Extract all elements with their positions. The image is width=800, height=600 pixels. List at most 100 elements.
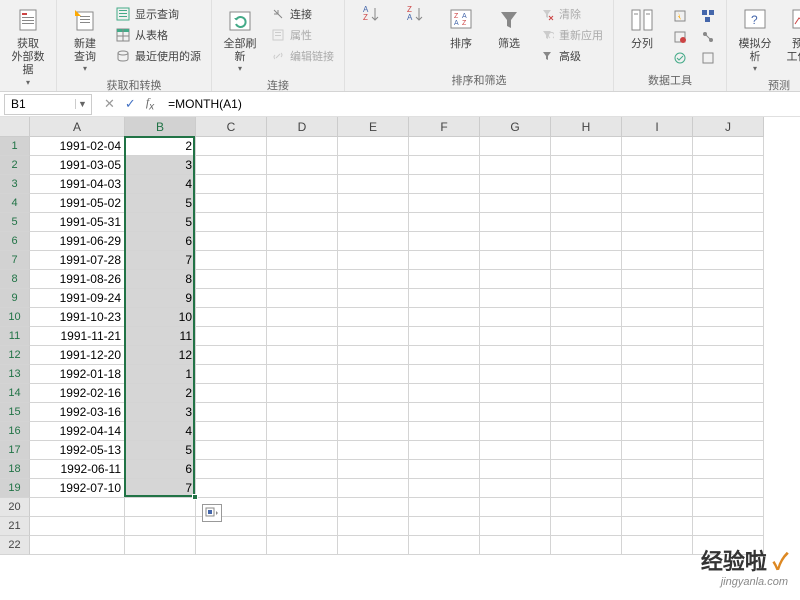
row-header[interactable]: 15 xyxy=(0,403,30,422)
cell[interactable]: 5 xyxy=(125,194,196,213)
cell[interactable] xyxy=(196,270,267,289)
cell[interactable] xyxy=(693,251,764,270)
row-header[interactable]: 1 xyxy=(0,137,30,156)
cell[interactable]: 1991-04-03 xyxy=(30,175,125,194)
fx-icon[interactable]: fx xyxy=(146,95,154,112)
cell[interactable] xyxy=(267,441,338,460)
cell[interactable] xyxy=(693,289,764,308)
formula-input[interactable] xyxy=(162,97,800,111)
recent-sources-button[interactable]: 最近使用的源 xyxy=(111,46,205,66)
cell[interactable] xyxy=(338,536,409,555)
cell[interactable] xyxy=(338,365,409,384)
cell[interactable]: 1991-06-29 xyxy=(30,232,125,251)
cell[interactable]: 2 xyxy=(125,137,196,156)
cell[interactable] xyxy=(196,479,267,498)
cell[interactable] xyxy=(480,460,551,479)
cell[interactable]: 1992-03-16 xyxy=(30,403,125,422)
cell[interactable] xyxy=(409,327,480,346)
cell[interactable] xyxy=(338,270,409,289)
cell[interactable] xyxy=(267,346,338,365)
cell[interactable] xyxy=(480,137,551,156)
cell[interactable] xyxy=(622,365,693,384)
cell[interactable]: 1991-12-20 xyxy=(30,346,125,365)
refresh-all-button[interactable]: 全部刷新 ▾ xyxy=(216,2,264,75)
cancel-formula-icon[interactable]: ✕ xyxy=(104,96,115,112)
cell[interactable] xyxy=(409,346,480,365)
text-to-columns-button[interactable]: 分列 xyxy=(618,2,666,53)
cell[interactable] xyxy=(693,327,764,346)
sort-button[interactable]: ZAAZ 排序 xyxy=(437,2,485,53)
cell[interactable] xyxy=(622,270,693,289)
cell[interactable] xyxy=(267,251,338,270)
cell[interactable] xyxy=(338,289,409,308)
cell[interactable]: 1992-04-14 xyxy=(30,422,125,441)
column-header[interactable]: G xyxy=(480,117,551,137)
cell[interactable] xyxy=(196,346,267,365)
cell[interactable]: 3 xyxy=(125,403,196,422)
cell[interactable]: 1991-08-26 xyxy=(30,270,125,289)
row-header[interactable]: 18 xyxy=(0,460,30,479)
cell[interactable] xyxy=(480,251,551,270)
cell[interactable] xyxy=(480,498,551,517)
what-if-button[interactable]: ? 模拟分析 ▾ xyxy=(731,2,779,75)
cell[interactable] xyxy=(338,479,409,498)
enter-formula-icon[interactable]: ✓ xyxy=(125,96,136,112)
cell[interactable] xyxy=(622,422,693,441)
cell[interactable] xyxy=(267,194,338,213)
fill-handle[interactable] xyxy=(192,494,198,500)
row-header[interactable]: 4 xyxy=(0,194,30,213)
cell[interactable] xyxy=(338,175,409,194)
row-header[interactable]: 20 xyxy=(0,498,30,517)
column-header[interactable]: J xyxy=(693,117,764,137)
cell[interactable] xyxy=(196,422,267,441)
cell[interactable]: 1991-11-21 xyxy=(30,327,125,346)
cell[interactable] xyxy=(196,441,267,460)
cell[interactable] xyxy=(196,403,267,422)
manage-data-model-button[interactable] xyxy=(696,48,720,68)
cell[interactable] xyxy=(480,213,551,232)
row-header[interactable]: 12 xyxy=(0,346,30,365)
row-header[interactable]: 10 xyxy=(0,308,30,327)
cell[interactable]: 4 xyxy=(125,175,196,194)
cell[interactable] xyxy=(622,498,693,517)
remove-duplicates-button[interactable] xyxy=(668,27,692,47)
cell[interactable] xyxy=(409,213,480,232)
cell[interactable] xyxy=(409,194,480,213)
cell[interactable] xyxy=(409,422,480,441)
filter-button[interactable]: 筛选 xyxy=(485,2,533,53)
row-header[interactable]: 5 xyxy=(0,213,30,232)
cell[interactable]: 7 xyxy=(125,479,196,498)
row-header[interactable]: 14 xyxy=(0,384,30,403)
cell[interactable]: 3 xyxy=(125,156,196,175)
row-header[interactable]: 6 xyxy=(0,232,30,251)
row-header[interactable]: 22 xyxy=(0,536,30,555)
cell[interactable] xyxy=(338,137,409,156)
select-all-corner[interactable] xyxy=(0,117,30,137)
connections-button[interactable]: 连接 xyxy=(266,4,338,24)
cell[interactable] xyxy=(693,213,764,232)
cell[interactable]: 1991-09-24 xyxy=(30,289,125,308)
cell[interactable] xyxy=(480,327,551,346)
cell[interactable] xyxy=(480,536,551,555)
cell[interactable] xyxy=(267,517,338,536)
cell[interactable] xyxy=(480,270,551,289)
cell[interactable] xyxy=(693,156,764,175)
cell[interactable] xyxy=(125,536,196,555)
consolidate-button[interactable] xyxy=(696,6,720,26)
cell[interactable] xyxy=(693,384,764,403)
cell[interactable]: 1992-06-11 xyxy=(30,460,125,479)
column-header[interactable]: D xyxy=(267,117,338,137)
show-queries-button[interactable]: 显示查询 xyxy=(111,4,205,24)
cell[interactable] xyxy=(551,441,622,460)
cell[interactable] xyxy=(409,289,480,308)
cell[interactable] xyxy=(267,308,338,327)
cell[interactable] xyxy=(480,441,551,460)
cell[interactable] xyxy=(551,270,622,289)
cell[interactable] xyxy=(480,384,551,403)
cell[interactable] xyxy=(267,384,338,403)
cell[interactable] xyxy=(622,194,693,213)
cell[interactable] xyxy=(622,308,693,327)
row-header[interactable]: 13 xyxy=(0,365,30,384)
cell[interactable] xyxy=(409,384,480,403)
cell[interactable] xyxy=(196,175,267,194)
